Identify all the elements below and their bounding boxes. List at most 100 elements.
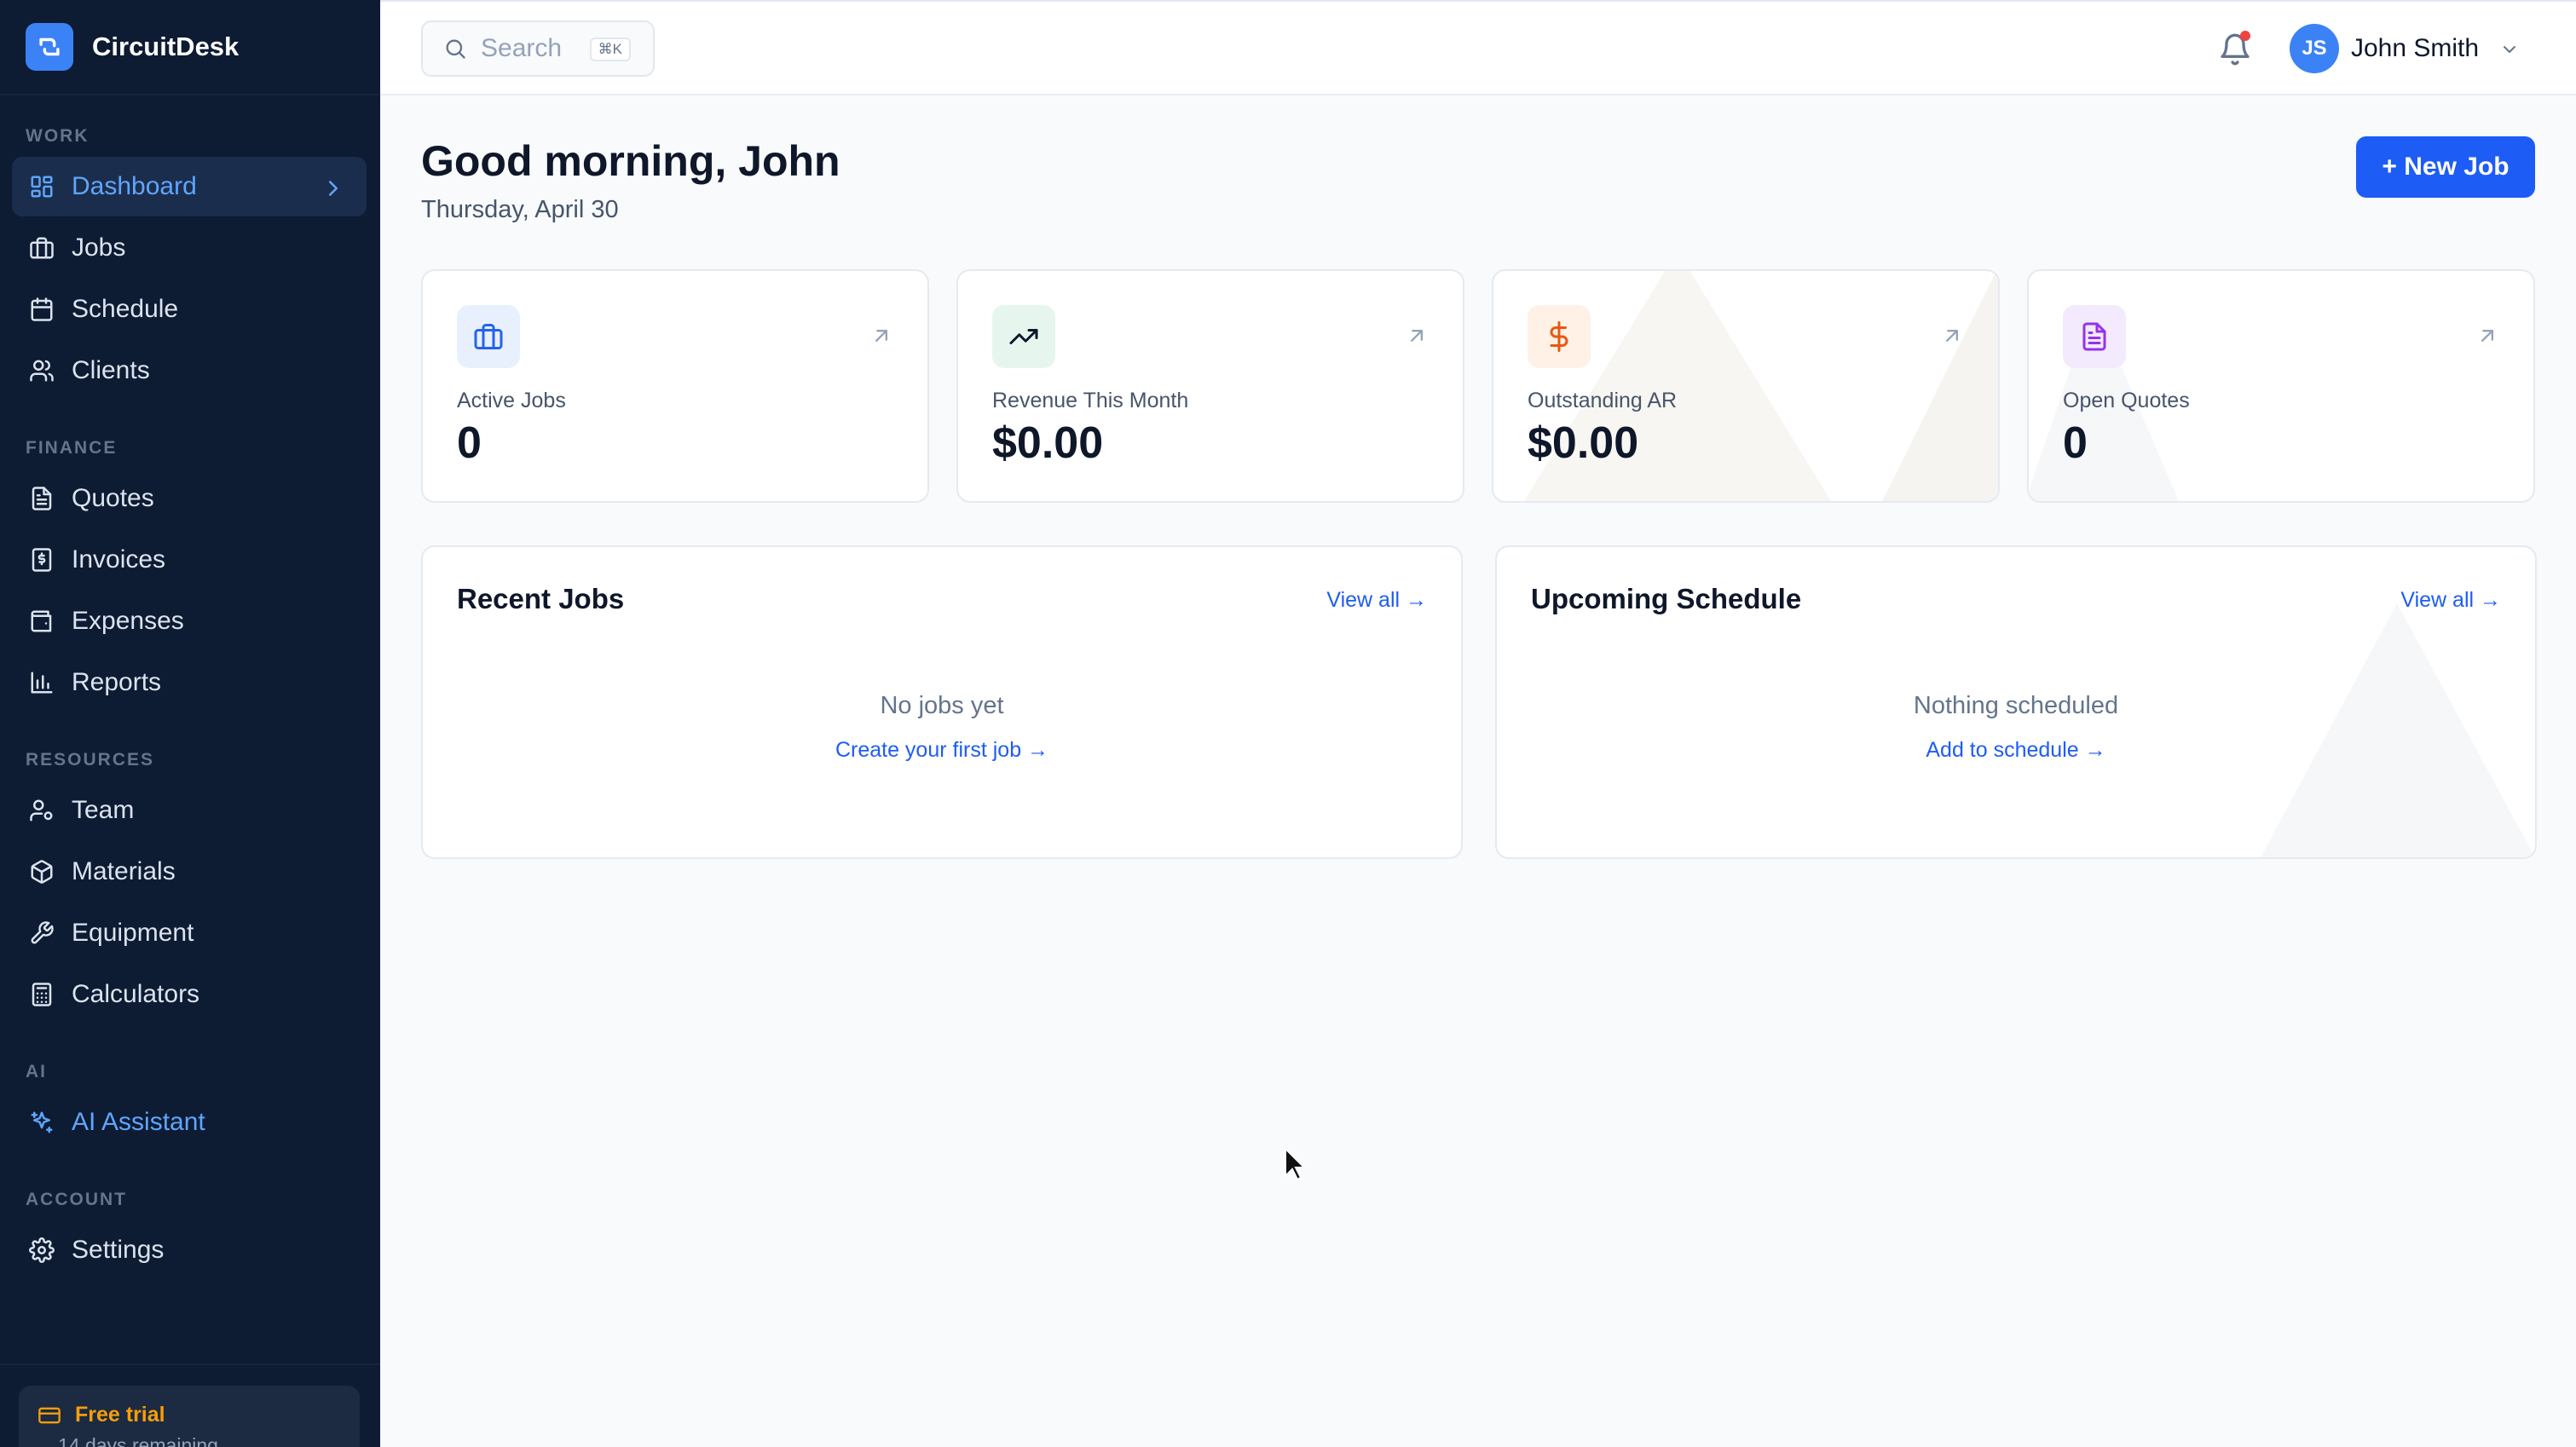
users-icon [30, 360, 54, 382]
briefcase-icon [457, 305, 520, 368]
mouse-cursor-icon [1285, 1147, 1306, 1181]
sidebar-item-schedule[interactable]: Schedule [12, 280, 367, 339]
chevron-right-icon [329, 181, 338, 196]
user-name[interactable]: John Smith [2351, 34, 2479, 63]
page-title: Good morning, John [421, 137, 840, 185]
sidebar-item-quotes[interactable]: Quotes [12, 469, 367, 528]
sidebar-item-label: Equipment [72, 919, 194, 947]
stat-card-revenue[interactable]: Revenue This Month $0.00 [956, 269, 1464, 503]
stat-label: Open Quotes [2063, 389, 2190, 412]
section-label-resources: RESOURCES [26, 750, 155, 770]
empty-state-text: Nothing scheduled [1913, 692, 2119, 719]
sidebar-item-label: Schedule [72, 295, 179, 323]
panel-title: Recent Jobs [457, 583, 625, 614]
sidebar-item-equipment[interactable]: Equipment [12, 903, 367, 963]
notification-dot [2240, 31, 2250, 41]
sidebar-item-calculators[interactable]: Calculators [12, 965, 367, 1024]
sidebar-item-jobs[interactable]: Jobs [12, 218, 367, 278]
stat-card-open-quotes[interactable]: Open Quotes 0 [2027, 269, 2535, 503]
sidebar-item-dashboard[interactable]: Dashboard [12, 157, 367, 216]
section-label-finance: FINANCE [26, 438, 118, 458]
arrow-up-right-icon [1411, 330, 1423, 342]
empty-state-text: No jobs yet [880, 692, 1004, 719]
search-input[interactable]: Search ⌘K [421, 20, 655, 77]
calendar-icon [31, 297, 53, 321]
avatar[interactable]: JS [2290, 24, 2339, 73]
sidebar-item-label: Invoices [72, 545, 166, 574]
create-first-job-link[interactable]: Create your first job → [423, 738, 1461, 763]
new-job-button[interactable]: + New Job [2356, 136, 2535, 198]
sidebar-item-label: Expenses [72, 607, 184, 635]
topbar: Search ⌘K JS John Smith [380, 0, 2576, 95]
sidebar-item-settings[interactable]: Settings [12, 1220, 367, 1280]
sidebar-item-label: Reports [72, 668, 162, 696]
trial-title-row: Free trial [38, 1403, 341, 1427]
trial-title: Free trial [75, 1403, 165, 1427]
add-to-schedule-link[interactable]: Add to schedule → [1497, 738, 2535, 763]
user-cog-icon [30, 799, 53, 822]
decorative-triangle [2029, 302, 2179, 501]
sidebar-item-label: Calculators [72, 980, 200, 1008]
bar-chart-icon [31, 672, 53, 694]
stat-card-active-jobs[interactable]: Active Jobs 0 [421, 269, 929, 503]
sparkles-icon [31, 1111, 53, 1133]
sidebar-item-team[interactable]: Team [12, 781, 367, 840]
arrow-up-right-icon [2481, 330, 2493, 342]
file-text-icon [32, 487, 52, 510]
stat-label: Revenue This Month [992, 389, 1189, 412]
calculator-icon [32, 983, 52, 1006]
sidebar-item-ai-assistant[interactable]: AI Assistant [12, 1092, 367, 1152]
section-label-account: ACCOUNT [26, 1190, 127, 1209]
keyboard-shortcut: ⌘K [589, 37, 631, 61]
stat-label: Active Jobs [457, 389, 566, 412]
page-date: Thursday, April 30 [421, 196, 619, 223]
layout-grid-icon [31, 176, 53, 198]
sidebar-item-label: AI Assistant [72, 1108, 205, 1136]
arrow-up-right-icon [1946, 330, 1958, 342]
upcoming-schedule-panel: Upcoming Schedule View all → Nothing sch… [1495, 545, 2537, 859]
stat-value: 0 [457, 418, 482, 468]
stat-card-outstanding-ar[interactable]: Outstanding AR $0.00 [1492, 269, 2000, 503]
stat-value: $0.00 [1528, 418, 1639, 468]
sidebar: CircuitDesk WORK Dashboard Jobs Schedule… [0, 0, 380, 1447]
trial-subtitle: 14 days remaining [58, 1434, 218, 1447]
sidebar-item-materials[interactable]: Materials [12, 842, 367, 902]
recent-jobs-panel: Recent Jobs View all → No jobs yet Creat… [421, 545, 1463, 859]
sidebar-item-label: Clients [72, 356, 150, 384]
stat-value: 0 [2063, 418, 2088, 468]
brand[interactable]: CircuitDesk [26, 22, 239, 72]
sidebar-item-label: Dashboard [72, 172, 197, 200]
sidebar-item-label: Team [72, 796, 135, 824]
sidebar-item-label: Quotes [72, 484, 154, 512]
view-all-link[interactable]: View all → [1326, 588, 1427, 613]
receipt-icon [32, 548, 52, 572]
dollar-icon [1528, 305, 1591, 368]
divider [0, 94, 380, 95]
chevron-down-icon[interactable] [2499, 39, 2520, 60]
logo-icon [26, 23, 73, 71]
stat-value: $0.00 [992, 418, 1104, 468]
file-text-icon [2063, 305, 2126, 368]
view-all-link[interactable]: View all → [2400, 588, 2501, 613]
credit-card-icon [38, 1407, 61, 1423]
package-icon [31, 860, 53, 884]
divider [0, 1363, 380, 1365]
sidebar-item-clients[interactable]: Clients [12, 341, 367, 401]
panel-title: Upcoming Schedule [1531, 583, 1802, 614]
sidebar-item-expenses[interactable]: Expenses [12, 591, 367, 651]
arrow-up-right-icon [875, 330, 887, 342]
search-placeholder: Search [481, 34, 563, 62]
section-label-work: WORK [26, 126, 90, 146]
sidebar-item-label: Settings [72, 1236, 165, 1264]
gear-icon [29, 1237, 55, 1263]
section-label-ai: AI [26, 1062, 47, 1081]
sidebar-item-label: Materials [72, 857, 176, 885]
trending-up-icon [992, 305, 1055, 368]
app-name: CircuitDesk [92, 32, 240, 61]
sidebar-item-invoices[interactable]: Invoices [12, 530, 367, 590]
wrench-icon [31, 921, 54, 944]
briefcase-icon [30, 237, 54, 259]
search-icon [446, 39, 465, 59]
sidebar-item-reports[interactable]: Reports [12, 653, 367, 712]
trial-banner[interactable]: Free trial 14 days remaining [19, 1386, 360, 1447]
